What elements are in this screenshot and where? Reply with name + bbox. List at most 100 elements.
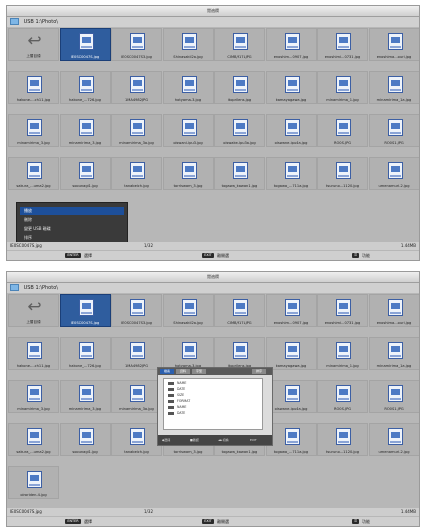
file-item[interactable]: hotyama-3.jpg [162, 71, 214, 104]
dialog-option[interactable]: DATE [168, 411, 185, 416]
file-name-label: sakura_...uma2.jpg [16, 450, 51, 454]
file-item[interactable]: sakura_...uma2.jpg [8, 157, 59, 190]
parent-folder-item[interactable]: ↩ 上層目錄 [8, 28, 59, 61]
file-name-label: sakura_...uma2.jpg [16, 184, 51, 188]
image-file-icon [387, 428, 403, 445]
file-item[interactable]: CIMB/f17LJPG [214, 28, 265, 61]
file-name-label: CIMB/f17LJPG [227, 55, 252, 59]
file-item[interactable]: oiroriden-4.jpg [8, 466, 59, 499]
file-name-label: soounagi1.jpg [72, 450, 98, 454]
file-item[interactable]: CIMB/f17LJPG [214, 294, 265, 327]
file-item[interactable]: enoshim...0907.jpg [265, 28, 317, 61]
image-file-icon [336, 76, 351, 93]
file-item[interactable]: hakone_...726.jpg [59, 337, 111, 370]
dialog-option[interactable]: NAME [168, 405, 186, 410]
file-item[interactable]: togawa_...711a.jpg [265, 423, 317, 456]
dialog-tab-0[interactable]: 檔案 [160, 369, 174, 374]
file-name-label: hakone_...726.jpg [69, 364, 101, 368]
file-item[interactable]: togawa_...711a.jpg [265, 157, 317, 190]
menu-item-delete[interactable]: 刪除 [20, 216, 124, 224]
file-item[interactable]: tsuruno...1120.jpg [317, 157, 368, 190]
menu-item-sort[interactable]: 排序 [20, 234, 124, 242]
file-item[interactable]: soounagi1.jpg [59, 423, 111, 456]
file-item[interactable]: oiswake-ipu3a.jpg [214, 114, 265, 147]
dialog-tab-2[interactable]: 字型 [192, 369, 206, 374]
file-item[interactable]: enoshim...0907.jpg [265, 294, 317, 327]
file-item[interactable]: oiswane-ipu4a.jpg [265, 380, 317, 413]
file-item[interactable]: togawa_kawan1.jpg [214, 157, 265, 190]
menu-icon[interactable]: ☰ [352, 253, 359, 258]
file-item[interactable]: minamirima_3.jpg [8, 380, 59, 413]
file-item[interactable]: umenamuri-2.jpg [368, 157, 419, 190]
file-item[interactable]: IE0SC0047S3.jpg [111, 28, 162, 61]
menu-item-play[interactable]: 播放 [20, 207, 124, 215]
file-item[interactable]: minamirima_3a.jpg [111, 380, 162, 413]
file-item[interactable]: kamayagawa.jpg [265, 71, 317, 104]
file-item[interactable]: hotyama-3.jpg [162, 337, 214, 370]
file-name-label: Shinasakii2a.jpg [173, 321, 203, 325]
file-name-label: torriswam_3.jpg [173, 184, 203, 188]
dialog-options-panel: NAME DATE SIZE FORMAT NAME DATE [163, 378, 263, 430]
image-file-icon [336, 162, 351, 179]
file-item[interactable]: RO0S1.JPG [368, 380, 419, 413]
file-item[interactable]: minamirima_1.jpg [317, 71, 368, 104]
file-item[interactable]: oiswane-ipu4a.jpg [265, 114, 317, 147]
file-name-label: oiswane-ipu4a.jpg [274, 141, 308, 145]
file-item[interactable]: IE0SC0047S.jpg [59, 294, 111, 327]
file-name-label: enoshimi...0731.jpg [324, 321, 361, 325]
enter-key-badge[interactable]: ENTER [65, 253, 81, 258]
image-file-icon [27, 342, 42, 359]
file-item[interactable]: tanabeich.jpg [111, 157, 162, 190]
file-item[interactable]: Shinasakii2a.jpg [162, 294, 214, 327]
image-file-icon [284, 76, 300, 93]
window-title: 閲遍欄 [7, 6, 419, 17]
file-item[interactable]: minamirima_3a.jpg [111, 114, 162, 147]
file-item[interactable]: minamirima_1a.jpg [368, 71, 419, 104]
file-item[interactable]: torriswam_3.jpg [162, 157, 214, 190]
enter-key-badge[interactable]: ENTER [65, 519, 81, 524]
file-item[interactable]: itoprilens.jpg [214, 71, 265, 104]
parent-folder-item[interactable]: ↩ 上層目錄 [8, 294, 59, 327]
file-item[interactable]: 1MA4982JPG [111, 337, 162, 370]
menu-item-change-usb[interactable]: 變更 USB 磁碟 [20, 225, 124, 233]
file-item[interactable]: oiswani-ipu3.jpg [162, 114, 214, 147]
file-item[interactable]: RO0S1.JPG [368, 114, 419, 147]
file-name-label: enoshima...ouri.jpg [376, 321, 412, 325]
file-item[interactable]: minamirima_3.jpg [8, 114, 59, 147]
exit-key-badge[interactable]: EXIT [202, 519, 214, 524]
file-item[interactable]: RO0S.JPG [317, 114, 368, 147]
file-item[interactable]: enoshima...ouri.jpg [368, 28, 419, 61]
file-item[interactable]: enoshimi...0731.jpg [317, 28, 368, 61]
file-item[interactable]: soounagi1.jpg [59, 157, 111, 190]
dialog-tab-3[interactable]: 排序 [252, 369, 266, 374]
file-item[interactable]: kamayagawa.jpg [265, 337, 317, 370]
file-item[interactable]: 1MA4982JPG [111, 71, 162, 104]
file-item[interactable]: IE0SC0047S3.jpg [111, 294, 162, 327]
file-item[interactable]: hakone_...726.jpg [59, 71, 111, 104]
dialog-option[interactable]: SIZE [168, 393, 184, 398]
file-item[interactable]: tanabeich.jpg [111, 423, 162, 456]
file-item[interactable]: hakone-...ch11.jpg [8, 337, 59, 370]
file-item[interactable]: minamirima_3.jpg [59, 380, 111, 413]
file-item[interactable]: umenamuri-2.jpg [368, 423, 419, 456]
dialog-option[interactable]: DATE [168, 387, 185, 392]
file-item[interactable]: minamirima_1a.jpg [368, 337, 419, 370]
file-item[interactable]: enoshimi...0731.jpg [317, 294, 368, 327]
file-item[interactable]: minamirima_3.jpg [59, 114, 111, 147]
file-item[interactable]: enoshima...ouri.jpg [368, 294, 419, 327]
file-item[interactable]: minamirima_1.jpg [317, 337, 368, 370]
file-name-label: minamirima_3.jpg [17, 407, 50, 411]
file-item[interactable]: RO0S.JPG [317, 380, 368, 413]
file-item[interactable]: sakura_...uma2.jpg [8, 423, 59, 456]
file-item[interactable]: itoprilens.jpg [214, 337, 265, 370]
file-item[interactable]: tsuruno...1120.jpg [317, 423, 368, 456]
file-item[interactable]: Shinasakii2a.jpg [162, 28, 214, 61]
dialog-option[interactable]: NAME [168, 381, 186, 386]
image-file-icon [387, 119, 403, 136]
exit-key-badge[interactable]: EXIT [202, 253, 214, 258]
dialog-tab-1[interactable]: 資料 [176, 369, 190, 374]
file-item[interactable]: IE0SC0047S.jpg [59, 28, 111, 61]
dialog-option[interactable]: FORMAT [168, 399, 190, 404]
menu-icon[interactable]: ☰ [352, 519, 359, 524]
file-item[interactable]: hakone-...ch11.jpg [8, 71, 59, 104]
